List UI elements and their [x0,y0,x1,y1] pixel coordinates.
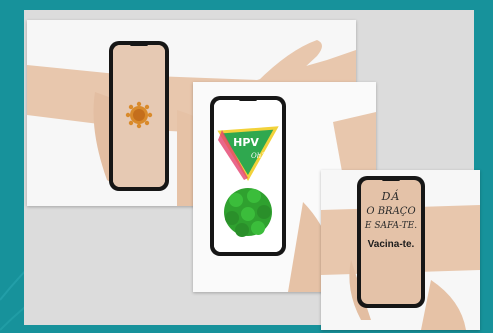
campaign-image-vacina: DÁ O BRAÇO E SAFA-TE. Vacina-te. [321,170,480,330]
phone-screen-arm [113,45,165,187]
hpv-text: HPV [233,136,259,149]
poster-line-obraco: O BRAÇO [366,206,416,217]
phone-hpv: HPV Oh? [210,96,286,256]
phone-screen-vacina: DÁ O BRAÇO E SAFA-TE. Vacina-te. [361,180,421,304]
phone-notch [382,178,400,181]
hpv-badge-icon: HPV Oh? [214,100,282,252]
phone-notch [130,43,148,46]
phone-screen-hpv: HPV Oh? [214,100,282,252]
phone-vacina: DÁ O BRAÇO E SAFA-TE. Vacina-te. [357,176,425,308]
virus-icon [113,45,165,187]
poster-line-da: DÁ [381,190,401,203]
phone-notch [239,98,257,101]
poster-line-vacina: Vacina-te. [367,239,415,250]
phone-arm [109,41,169,191]
poster-line-safa: E SAFA-TE. [364,221,418,231]
hpv-sub-text: Oh? [251,152,265,160]
